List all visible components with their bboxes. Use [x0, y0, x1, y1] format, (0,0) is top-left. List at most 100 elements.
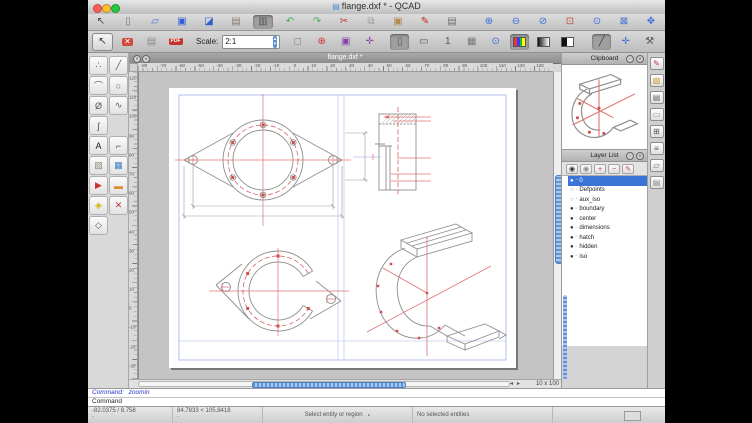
arc-tool[interactable]: ⌒: [89, 76, 108, 95]
full-color-mode-button[interactable]: [510, 34, 529, 50]
undo-button[interactable]: ↶: [280, 15, 300, 29]
layer-list-collapse-icon[interactable]: −: [626, 152, 634, 160]
library-panel-button[interactable]: ▤: [650, 176, 664, 189]
draw-pen-button[interactable]: ✎: [415, 15, 435, 29]
property-editor-panel-button[interactable]: ✎: [650, 57, 664, 70]
layer-list-close-icon[interactable]: ✕: [636, 152, 644, 160]
layer-list-panel-header[interactable]: Layer List −✕: [562, 150, 647, 162]
redo-button[interactable]: ↷: [307, 15, 327, 29]
zoom-out-button[interactable]: ⊖: [506, 15, 526, 29]
layer-visibility-eye-icon[interactable]: ●: [570, 254, 574, 260]
zoom-previous-button[interactable]: ⊙: [587, 15, 607, 29]
layer-visibility-eye-icon[interactable]: ●: [570, 178, 574, 184]
layer-row-Defpoints[interactable]: ○▫Defpoints: [568, 186, 647, 196]
circle-tool[interactable]: ○: [109, 76, 128, 95]
status-resize-box[interactable]: [624, 411, 641, 421]
zoom-to-page-button[interactable]: ⊙: [486, 34, 505, 50]
page-count-button[interactable]: 1: [438, 34, 457, 50]
text-tool[interactable]: A: [89, 136, 108, 155]
modify-tool[interactable]: ▶: [89, 176, 108, 195]
layer-row-0[interactable]: ●▫0: [568, 176, 647, 186]
layer-row-aux_iso[interactable]: ○▫aux_iso: [568, 195, 647, 205]
drawing-viewport[interactable]: [138, 72, 553, 379]
block-panel-button[interactable]: ▱: [650, 159, 664, 172]
zoom-window-button[interactable]: ⊡: [560, 15, 580, 29]
layer-lock-icon[interactable]: ▫: [576, 235, 578, 240]
paste-button[interactable]: ▣: [388, 15, 408, 29]
measure-tool[interactable]: ▬: [109, 176, 128, 195]
paper-crosshair-button[interactable]: ✛: [360, 34, 379, 50]
copy-button[interactable]: ⧉: [361, 15, 381, 29]
layer-row-boundary[interactable]: ●▫boundary: [568, 205, 647, 215]
edit-layer-button[interactable]: ✎: [622, 164, 634, 174]
hatch-tool[interactable]: ▨: [89, 156, 108, 175]
add-layer-button[interactable]: +: [594, 164, 606, 174]
clipboard-panel-header[interactable]: Clipboard −✕: [562, 53, 647, 65]
scroll-left-icon[interactable]: ◂: [510, 380, 513, 387]
explode-tool[interactable]: ✕: [109, 196, 128, 215]
layer-visibility-eye-icon[interactable]: ●: [570, 235, 574, 241]
hatch-panel-button[interactable]: ▨: [650, 74, 664, 87]
center-drawing-button[interactable]: ⊕: [312, 34, 331, 50]
new-file-button[interactable]: ▯: [118, 15, 138, 29]
layer-lock-icon[interactable]: ▫: [576, 197, 578, 202]
snap-tool[interactable]: ◈: [89, 196, 108, 215]
spline-tool[interactable]: ∿: [109, 96, 128, 115]
save-button[interactable]: ▣: [172, 15, 192, 29]
layer-visibility-eye-icon[interactable]: ○: [570, 187, 574, 193]
snap-center-button[interactable]: ✛: [616, 34, 635, 50]
layer-visibility-eye-icon[interactable]: ●: [570, 206, 574, 212]
scale-combobox[interactable]: 2:1 ▴▾: [222, 35, 280, 49]
pdf-export-button[interactable]: PDF: [166, 34, 185, 50]
landscape-orientation-button[interactable]: ▭: [414, 34, 433, 50]
layer-visibility-eye-icon[interactable]: ○: [570, 197, 574, 203]
portrait-orientation-button[interactable]: ▯: [390, 34, 409, 50]
pan-button[interactable]: ✥: [641, 15, 661, 29]
layer-lock-icon[interactable]: ▫: [576, 178, 578, 183]
paper-box-button[interactable]: ▣: [336, 34, 355, 50]
zoom-in-button[interactable]: ⊕: [479, 15, 499, 29]
layer-row-hidden[interactable]: ●▫hidden: [568, 243, 647, 253]
line-tool[interactable]: ╱: [109, 56, 128, 75]
close-print-preview-button[interactable]: ✕: [118, 34, 137, 50]
scroll-right-icon[interactable]: ▸: [517, 380, 520, 387]
projection-tool[interactable]: ◇: [89, 216, 108, 235]
open-file-button[interactable]: ▱: [145, 15, 165, 29]
layer-visibility-eye-icon[interactable]: ●: [570, 225, 574, 231]
zoom-auto-button[interactable]: ⊘: [533, 15, 553, 29]
print-button[interactable]: ▤: [226, 15, 246, 29]
layer-list-scrollbar[interactable]: [563, 295, 567, 379]
layer-lock-icon[interactable]: ▫: [576, 207, 578, 212]
layer-visibility-eye-icon[interactable]: ●: [570, 244, 574, 250]
paper-offset-button[interactable]: ◻: [288, 34, 307, 50]
select-cursor-button[interactable]: ↖: [92, 33, 113, 51]
layer-row-iso[interactable]: ●▫iso: [568, 252, 647, 262]
command-input-line[interactable]: Command: [88, 397, 665, 406]
show-all-layers-button[interactable]: ◉: [566, 164, 578, 174]
grayscale-mode-button[interactable]: [534, 34, 553, 50]
polyline-tool[interactable]: ʃ: [89, 116, 108, 135]
select-tool-button[interactable]: ↖: [91, 15, 111, 29]
image-tool[interactable]: ▦: [109, 156, 128, 175]
save-as-button[interactable]: ◪: [199, 15, 219, 29]
print-preview-button[interactable]: ▥: [253, 15, 273, 29]
vertical-scrollbar[interactable]: [553, 72, 561, 379]
layer-lock-icon[interactable]: ▫: [576, 188, 578, 193]
dimension-tool[interactable]: ⌐: [109, 136, 128, 155]
zoom-selection-button[interactable]: ⊠: [614, 15, 634, 29]
lineweight-panel-button[interactable]: ▤: [650, 91, 664, 104]
black-white-mode-button[interactable]: [558, 34, 577, 50]
point-tool[interactable]: ∴: [89, 56, 108, 75]
layer-row-hatch[interactable]: ●▫hatch: [568, 233, 647, 243]
clipboard-collapse-icon[interactable]: −: [626, 55, 634, 63]
lineweight-list-button[interactable]: ▤: [442, 15, 462, 29]
add-panel-button[interactable]: ⊞: [650, 125, 664, 138]
layer-visibility-eye-icon[interactable]: ●: [570, 216, 574, 222]
notes-panel-button[interactable]: ▭: [650, 108, 664, 121]
ellipse-tool[interactable]: Ø: [89, 96, 108, 115]
layer-lock-icon[interactable]: ▫: [576, 254, 578, 259]
developer-tools-button[interactable]: ⚒: [640, 34, 659, 50]
layer-lock-icon[interactable]: ▫: [576, 226, 578, 231]
draw-order-button[interactable]: ╱: [592, 34, 611, 50]
layer-lock-icon[interactable]: ▫: [576, 216, 578, 221]
